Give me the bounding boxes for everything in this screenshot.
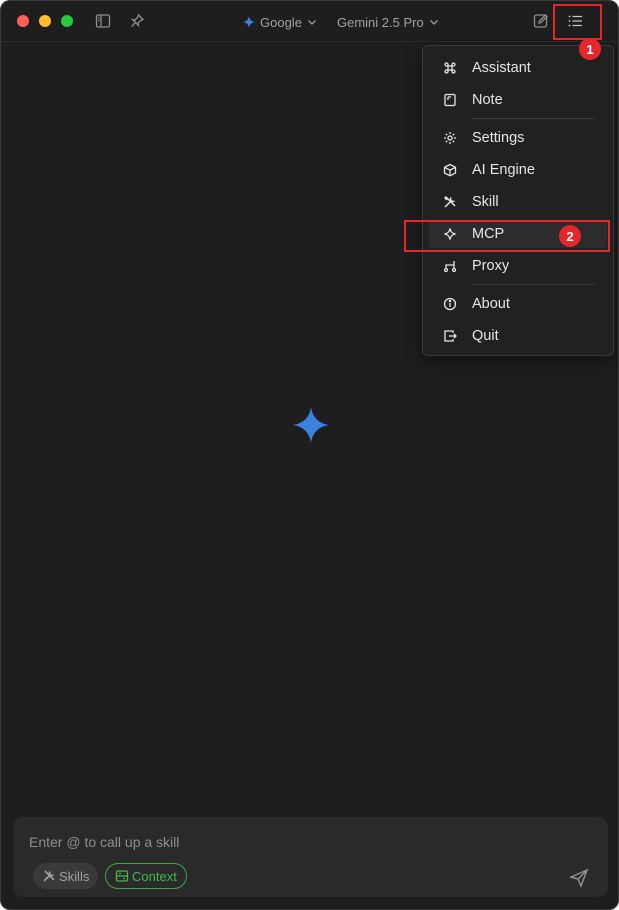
gear-icon xyxy=(444,132,456,144)
menu-item-label: Proxy xyxy=(472,258,510,274)
menu-item-label: Note xyxy=(472,92,503,108)
window-minimize-button[interactable] xyxy=(39,15,51,27)
menu-item-quit[interactable]: Quit xyxy=(429,322,607,350)
composer: Skills Context xyxy=(13,817,608,897)
menu-item-label: AI Engine xyxy=(472,162,535,178)
context-label: Context xyxy=(132,868,177,884)
pin-icon[interactable] xyxy=(129,13,145,29)
provider-selector[interactable]: Google xyxy=(243,12,317,32)
gemini-logo-icon xyxy=(293,407,329,443)
menu-item-label: MCP xyxy=(472,226,505,242)
provider-label: Google xyxy=(260,14,302,30)
titlebar: Google Gemini 2.5 Pro xyxy=(1,1,618,42)
menu-item-label: Skill xyxy=(472,194,499,210)
exit-icon xyxy=(444,330,457,342)
window-maximize-button[interactable] xyxy=(61,15,73,27)
app-window: Google Gemini 2.5 Pro Assistant Note Set… xyxy=(0,0,619,910)
skills-label: Skills xyxy=(59,868,90,884)
menu-divider xyxy=(471,118,595,119)
chevron-down-icon xyxy=(307,20,316,25)
chevron-down-icon xyxy=(429,20,438,25)
menu-item-note[interactable]: Note xyxy=(429,86,607,114)
menu-item-about[interactable]: About xyxy=(429,290,607,318)
message-input[interactable] xyxy=(29,831,549,853)
step-badge-2: 2 xyxy=(559,225,581,247)
menu-item-label: Settings xyxy=(472,130,525,146)
menu-item-ai-engine[interactable]: AI Engine xyxy=(429,156,607,184)
menu-item-skill[interactable]: Skill xyxy=(429,188,607,216)
skills-button[interactable]: Skills xyxy=(33,863,99,889)
context-button[interactable]: Context xyxy=(105,863,187,889)
menu-item-assistant[interactable]: Assistant xyxy=(429,54,607,82)
context-icon xyxy=(115,870,129,882)
model-label: Gemini 2.5 Pro xyxy=(337,14,424,30)
proxy-icon xyxy=(443,261,457,273)
step-badge-1: 1 xyxy=(579,38,601,60)
send-icon[interactable] xyxy=(569,868,589,888)
cube-icon xyxy=(443,163,457,177)
mcp-icon xyxy=(444,228,456,240)
app-menu: Assistant Note Settings AI Engine Skill … xyxy=(422,45,614,356)
note-icon xyxy=(444,93,456,107)
tools-icon xyxy=(43,870,55,882)
new-chat-icon[interactable] xyxy=(533,13,549,29)
gemini-sparkle-icon xyxy=(243,16,255,28)
menu-item-label: About xyxy=(472,296,510,312)
tools-icon xyxy=(443,195,456,208)
info-icon xyxy=(443,297,457,311)
menu-item-settings[interactable]: Settings xyxy=(429,124,607,152)
command-icon xyxy=(444,62,456,74)
menu-divider xyxy=(471,284,595,285)
menu-item-label: Assistant xyxy=(472,60,531,76)
menu-item-label: Quit xyxy=(472,328,499,344)
menu-list-icon[interactable] xyxy=(567,13,583,29)
menu-item-proxy[interactable]: Proxy xyxy=(429,252,607,280)
sidebar-toggle-icon[interactable] xyxy=(95,13,111,29)
window-close-button[interactable] xyxy=(17,15,29,27)
model-selector[interactable]: Gemini 2.5 Pro xyxy=(337,12,439,32)
